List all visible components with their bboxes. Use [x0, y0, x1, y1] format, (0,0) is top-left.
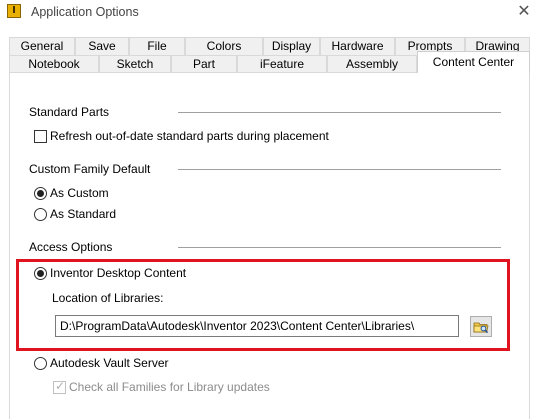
window-title: Application Options — [31, 5, 139, 19]
standard-parts-heading: Standard Parts — [29, 105, 110, 119]
vault-server-radio[interactable] — [34, 357, 47, 370]
tab-notebook[interactable]: Notebook — [9, 55, 99, 73]
close-icon[interactable]: ✕ — [514, 1, 534, 23]
title-bar: I Application Options ✕ — [0, 0, 537, 27]
check-families-checkbox[interactable]: ✓ — [53, 379, 66, 394]
tab-content-center[interactable]: Content Center — [417, 51, 530, 73]
as-custom-radio[interactable] — [34, 187, 47, 200]
tab-display[interactable]: Display — [263, 37, 320, 55]
highlight-frame — [16, 259, 510, 351]
inventor-app-icon: I — [7, 4, 21, 18]
separator — [178, 112, 501, 113]
tab-hardware[interactable]: Hardware — [320, 37, 395, 55]
radio-selected-dot — [37, 190, 44, 197]
separator — [178, 247, 501, 248]
as-custom-label: As Custom — [50, 186, 109, 200]
tab-colors[interactable]: Colors — [185, 37, 263, 55]
checkmark-icon: ✓ — [55, 379, 66, 393]
separator — [178, 169, 501, 170]
tab-save[interactable]: Save — [75, 37, 129, 55]
as-standard-label: As Standard — [50, 207, 117, 221]
tab-general[interactable]: General — [9, 37, 75, 55]
tab-part[interactable]: Part — [171, 55, 237, 73]
vault-server-label: Autodesk Vault Server — [50, 356, 169, 370]
tab-file[interactable]: File — [129, 37, 185, 55]
access-options-heading: Access Options — [29, 240, 113, 254]
custom-family-heading: Custom Family Default — [29, 162, 151, 176]
tab-sketch[interactable]: Sketch — [99, 55, 171, 73]
refresh-parts-label: Refresh out-of-date standard parts durin… — [50, 129, 329, 143]
tab-assembly[interactable]: Assembly — [327, 55, 417, 73]
check-families-label: Check all Families for Library updates — [69, 380, 270, 394]
tab-ifeature[interactable]: iFeature — [237, 55, 327, 73]
as-standard-radio[interactable] — [34, 208, 47, 221]
refresh-parts-checkbox[interactable] — [34, 130, 47, 143]
